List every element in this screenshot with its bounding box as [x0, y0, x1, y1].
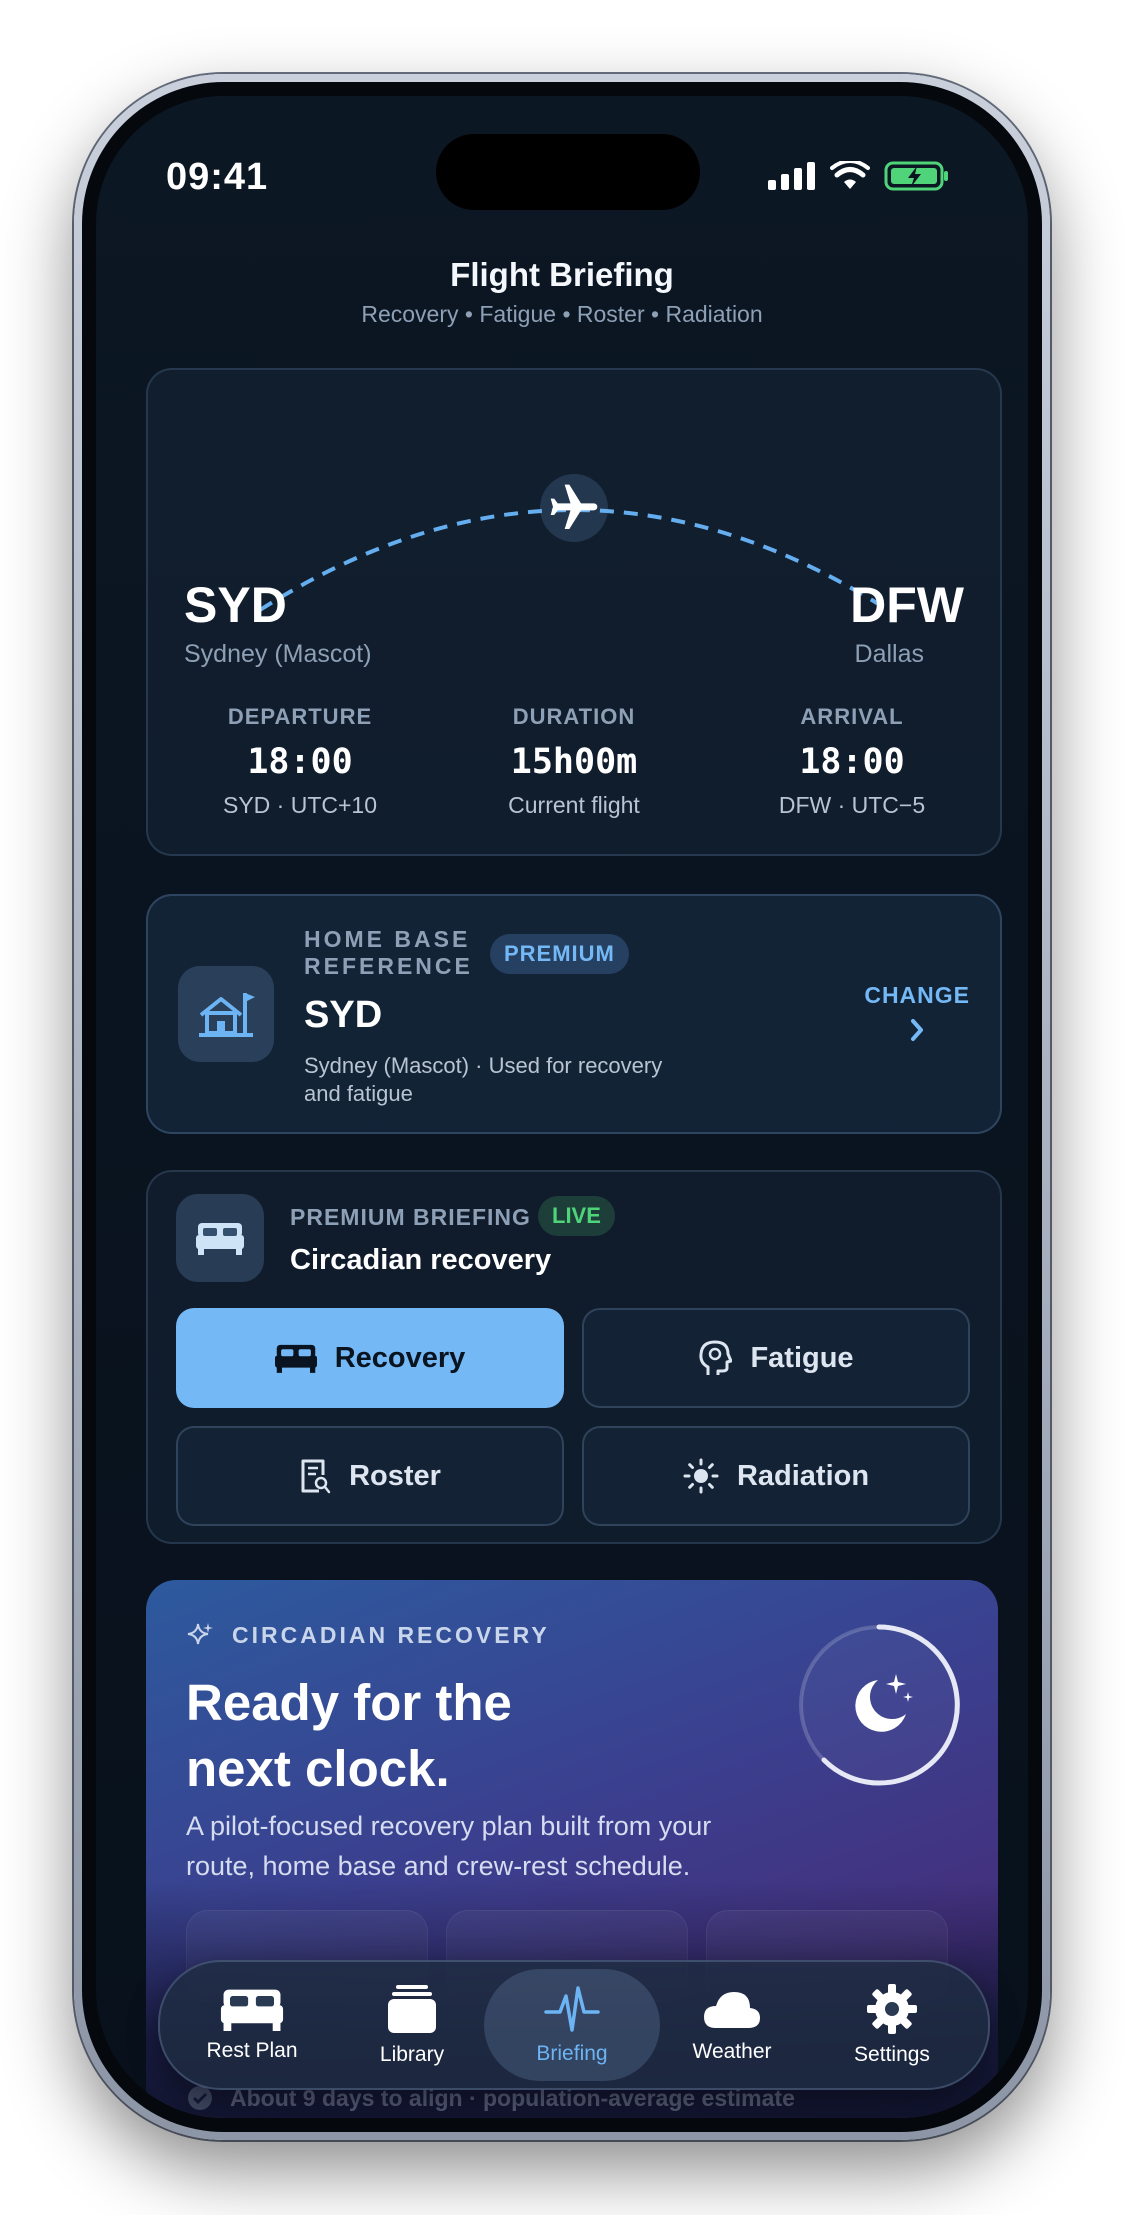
chevron-right-icon	[911, 1019, 924, 1041]
tab-library-label: Library	[379, 2043, 445, 2066]
bed-icon	[274, 1344, 317, 1373]
brain-head-icon	[699, 1340, 733, 1375]
hero-kicker: CIRCADIAN RECOVERY	[232, 1622, 550, 1648]
live-badge: LIVE	[538, 1196, 615, 1236]
tab-bar: Rest Plan Library Briefing Weather Setti…	[158, 1960, 990, 2090]
hero-body-line1: A pilot-focused recovery plan built from…	[186, 1811, 712, 1841]
change-button[interactable]: CHANGE	[864, 982, 970, 1050]
stack-icon	[388, 1985, 436, 2033]
briefing-kicker: PREMIUM BRIEFING	[290, 1204, 531, 1230]
home-base-code: SYD	[304, 994, 383, 1036]
mode-recovery-label: Recovery	[334, 1341, 466, 1374]
mode-fatigue-label: Fatigue	[750, 1341, 854, 1374]
hero-title-line2: next clock.	[186, 1740, 450, 1797]
change-label: CHANGE	[864, 982, 970, 1008]
premium-briefing-card: PREMIUM BRIEFING LIVE Circadian recovery…	[146, 1170, 1002, 1544]
tab-settings-label: Settings	[854, 2043, 930, 2066]
phone-bezel: 09:41 Flight Briefing Recovery • Fatigue	[82, 82, 1042, 2132]
screen: 09:41 Flight Briefing Recovery • Fatigue	[96, 96, 1028, 2118]
departure-info: DEPARTURE 18:00 SYD · UTC+10	[170, 704, 430, 819]
mode-roster-button[interactable]: Roster	[176, 1426, 564, 1526]
tab-settings[interactable]: Settings	[812, 1962, 972, 2088]
tab-rest-plan[interactable]: Rest Plan	[172, 1962, 332, 2088]
destination-city: Dallas	[854, 640, 924, 668]
tab-weather[interactable]: Weather	[652, 1962, 812, 2088]
cloud-icon	[704, 1992, 760, 2028]
tab-briefing[interactable]: Briefing	[484, 1969, 660, 2081]
phone-frame: 09:41 Flight Briefing Recovery • Fatigue	[74, 74, 1050, 2140]
home-base-card[interactable]: HOME BASE REFERENCE PREMIUM SYD Sydney (…	[146, 894, 1002, 1134]
origin-code: SYD	[184, 577, 287, 633]
house-flag-icon	[199, 993, 255, 1037]
home-base-kicker: HOME BASE REFERENCE	[304, 926, 473, 980]
departure-label: DEPARTURE	[227, 704, 373, 729]
mode-recovery-button[interactable]: Recovery	[176, 1308, 564, 1408]
home-base-icon-box	[178, 966, 274, 1062]
hero-title-line1: Ready for the	[186, 1674, 512, 1731]
home-base-desc-line2: and fatigue	[304, 1081, 413, 1106]
mode-radiation-label: Radiation	[736, 1459, 870, 1492]
briefing-icon-box	[176, 1194, 264, 1282]
home-base-description: Sydney (Mascot) · Used for recovery and …	[304, 1052, 662, 1108]
status-icons	[768, 158, 950, 194]
sparkle-icon	[187, 1623, 213, 1645]
page-title: Flight Briefing	[450, 256, 674, 293]
origin-city: Sydney (Mascot)	[184, 640, 372, 668]
tab-weather-label: Weather	[692, 2040, 772, 2063]
duration-value: 15h00m	[510, 742, 638, 782]
home-base-desc-line1: Sydney (Mascot) · Used for recovery	[304, 1053, 663, 1078]
home-base-kicker-line1: HOME BASE	[304, 926, 471, 952]
tab-rest-plan-label: Rest Plan	[206, 2039, 298, 2062]
bed-icon	[220, 1989, 284, 2031]
departure-time: 18:00	[247, 742, 353, 782]
waveform-icon	[544, 1986, 600, 2032]
mode-fatigue-button[interactable]: Fatigue	[582, 1308, 970, 1408]
arrival-time: 18:00	[799, 742, 905, 782]
route-card: SYD Sydney (Mascot) DFW Dallas DEPARTURE…	[146, 368, 1002, 856]
signal-icon	[768, 162, 815, 190]
moon-stars-icon	[855, 1674, 913, 1732]
premium-badge: PREMIUM	[490, 934, 629, 974]
wifi-icon	[830, 161, 870, 189]
hero-title: Ready for the next clock.	[186, 1670, 512, 1802]
bed-icon	[196, 1223, 244, 1255]
airplane-icon	[550, 484, 598, 529]
status-time: 09:41	[166, 156, 269, 198]
arrival-label: ARRIVAL	[800, 704, 904, 729]
tab-briefing-label: Briefing	[536, 2042, 608, 2065]
destination-code: DFW	[850, 577, 964, 633]
mode-roster-label: Roster	[349, 1459, 441, 1492]
arrival-zone: DFW · UTC−5	[778, 792, 926, 818]
document-search-icon	[301, 1459, 331, 1494]
briefing-title: Circadian recovery	[290, 1244, 552, 1276]
duration-note: Current flight	[508, 792, 640, 818]
page-subtitle: Recovery • Fatigue • Roster • Radiation	[361, 301, 763, 327]
arrival-info: ARRIVAL 18:00 DFW · UTC−5	[722, 704, 982, 819]
mode-radiation-button[interactable]: Radiation	[582, 1426, 970, 1526]
departure-zone: SYD · UTC+10	[222, 792, 377, 818]
home-base-kicker-line2: REFERENCE	[304, 953, 473, 979]
duration-label: DURATION	[512, 704, 636, 729]
sun-icon	[683, 1458, 719, 1494]
duration-info: DURATION 15h00m Current flight	[444, 704, 704, 819]
gear-icon	[867, 1984, 917, 2034]
dynamic-island	[436, 134, 700, 210]
tab-library[interactable]: Library	[332, 1962, 492, 2088]
battery-charging-icon	[884, 161, 948, 191]
hero-body: A pilot-focused recovery plan built from…	[186, 1806, 711, 1886]
